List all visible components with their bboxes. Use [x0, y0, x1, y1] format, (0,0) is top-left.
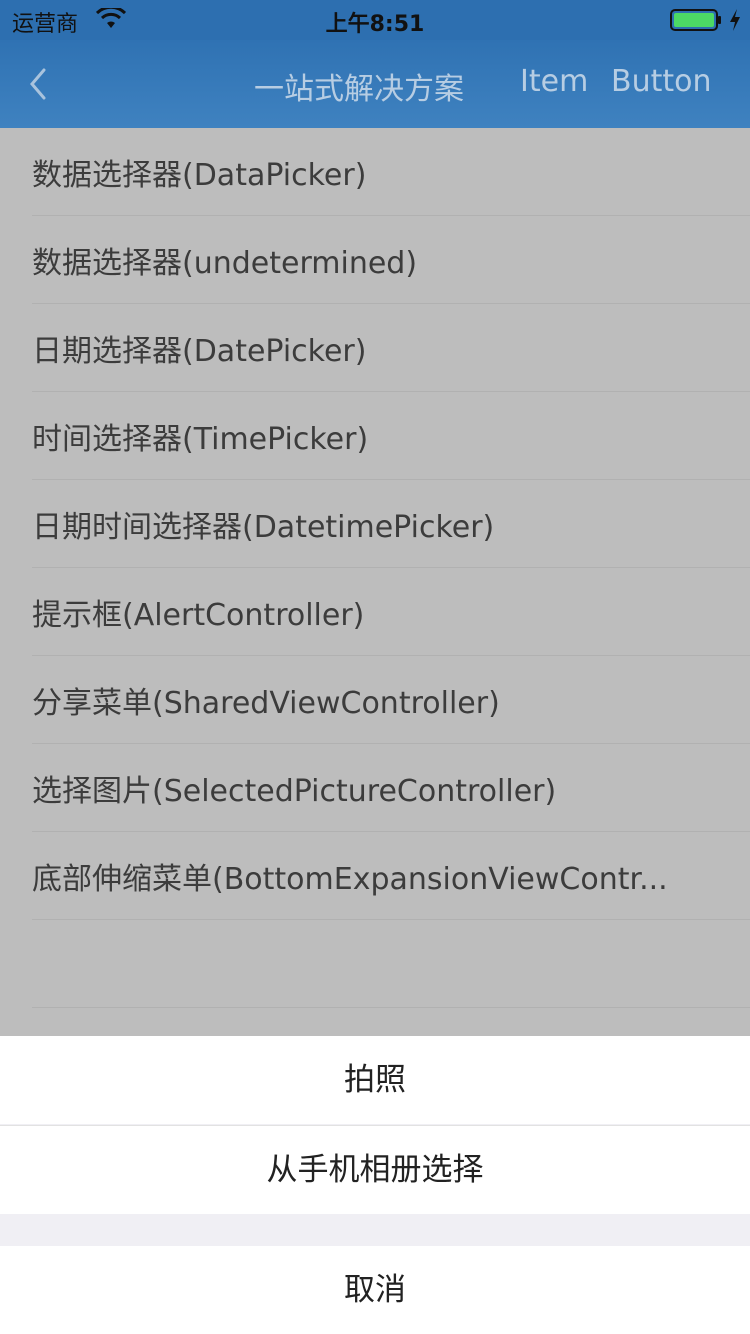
menu-list: 数据选择器(DataPicker) 数据选择器(undetermined) 日期… [0, 128, 750, 1036]
list-item[interactable]: 分享菜单(SharedViewController) [32, 656, 750, 744]
list-item[interactable]: 数据选择器(DataPicker) [32, 128, 750, 216]
list-item-label: 分享菜单(SharedViewController) [32, 686, 500, 721]
list-item[interactable]: 时间选择器(TimePicker) [32, 392, 750, 480]
list-item-label: 提示框(AlertController) [32, 598, 365, 633]
list-item[interactable]: 提示框(AlertController) [32, 568, 750, 656]
list-item-label: 日期选择器(DatePicker) [32, 334, 367, 369]
nav-item-button[interactable]: Item [520, 64, 588, 99]
status-time: 上午8:51 [325, 12, 425, 37]
list-item-label: 选择图片(SelectedPictureController) [32, 774, 557, 809]
list-item[interactable]: 数据选择器(undetermined) [32, 216, 750, 304]
list-item-label: 日期时间选择器(DatetimePicker) [32, 510, 495, 545]
status-bar: 运营商 上午8:51 [0, 0, 750, 40]
charging-icon [730, 9, 740, 31]
cancel-button[interactable]: 取消 [0, 1246, 750, 1334]
empty-row [32, 920, 750, 1008]
list-item[interactable]: 选择图片(SelectedPictureController) [32, 744, 750, 832]
navigation-bar: 一站式解决方案 Item Button [0, 40, 750, 128]
list-item[interactable]: 底部伸缩菜单(BottomExpansionViewContr... [32, 832, 750, 920]
nav-button[interactable]: Button [611, 64, 712, 99]
list-item[interactable]: 日期时间选择器(DatetimePicker) [32, 480, 750, 568]
choose-from-album-option[interactable]: 从手机相册选择 [0, 1125, 750, 1214]
list-item-label: 时间选择器(TimePicker) [32, 422, 369, 457]
take-photo-option[interactable]: 拍照 [0, 1036, 750, 1124]
list-item-label: 数据选择器(DataPicker) [32, 158, 367, 193]
chevron-left-icon[interactable] [22, 62, 52, 106]
list-item-label: 底部伸缩菜单(BottomExpansionViewContr... [32, 862, 668, 897]
nav-title: 一站式解决方案 [254, 72, 464, 107]
action-sheet: 拍照 从手机相册选择 取消 [0, 1036, 750, 1334]
list-item-label: 数据选择器(undetermined) [32, 246, 418, 281]
battery-icon [670, 9, 721, 31]
list-item[interactable]: 日期选择器(DatePicker) [32, 304, 750, 392]
